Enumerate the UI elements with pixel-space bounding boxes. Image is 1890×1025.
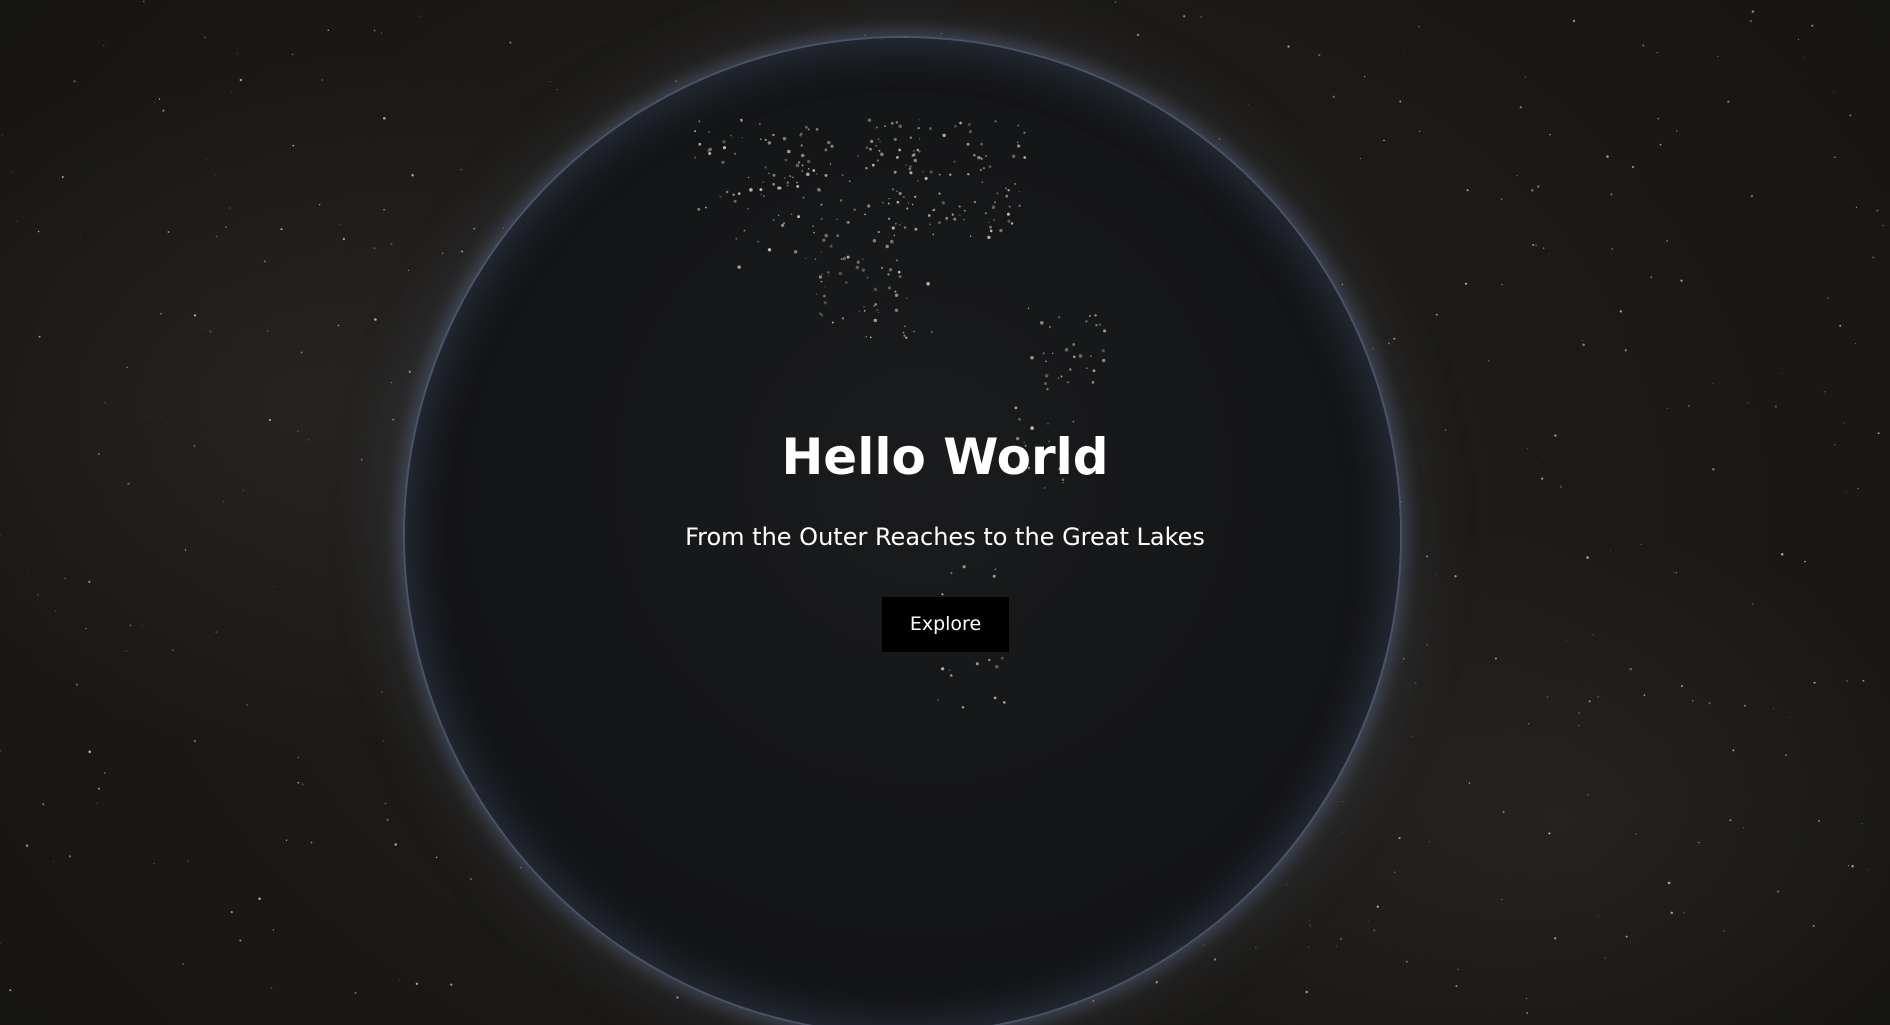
hero-subtitle: From the Outer Reaches to the Great Lake…	[685, 523, 1205, 551]
explore-button[interactable]: Explore	[882, 597, 1009, 652]
hero-background: Hello World From the Outer Reaches to th…	[0, 0, 1890, 1025]
hero-section: Hello World From the Outer Reaches to th…	[0, 0, 1890, 1025]
hero-title: Hello World	[781, 428, 1109, 486]
